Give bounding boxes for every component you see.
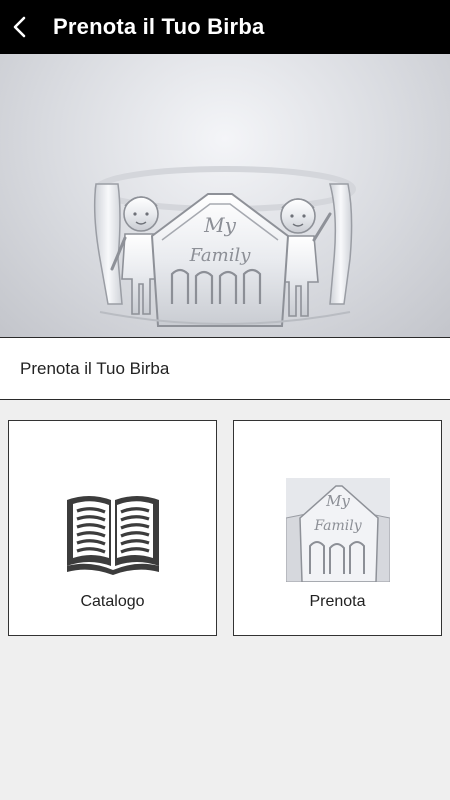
hero-image: My Family — [0, 54, 450, 337]
app-bar: Prenota il Tuo Birba — [0, 0, 450, 54]
svg-text:My: My — [325, 492, 350, 510]
chevron-left-icon — [13, 16, 26, 38]
bracelet-illustration: My Family — [93, 166, 356, 327]
back-button[interactable] — [4, 0, 36, 54]
svg-text:Family: Family — [313, 518, 362, 534]
prenota-tile[interactable]: My Family Prenota — [233, 420, 442, 636]
catalogo-label: Catalogo — [80, 593, 145, 610]
section-header: Prenota il Tuo Birba — [0, 337, 450, 400]
prenota-label: Prenota — [309, 593, 366, 610]
section-title: Prenota il Tuo Birba — [20, 358, 170, 378]
svg-text:My: My — [203, 213, 236, 237]
app-bar-title: Prenota il Tuo Birba — [53, 14, 265, 39]
open-book-icon — [66, 496, 159, 575]
bracelet-thumbnail: My Family — [285, 478, 390, 582]
catalogo-tile[interactable]: Catalogo — [8, 420, 217, 636]
svg-text:Family: Family — [189, 245, 252, 266]
